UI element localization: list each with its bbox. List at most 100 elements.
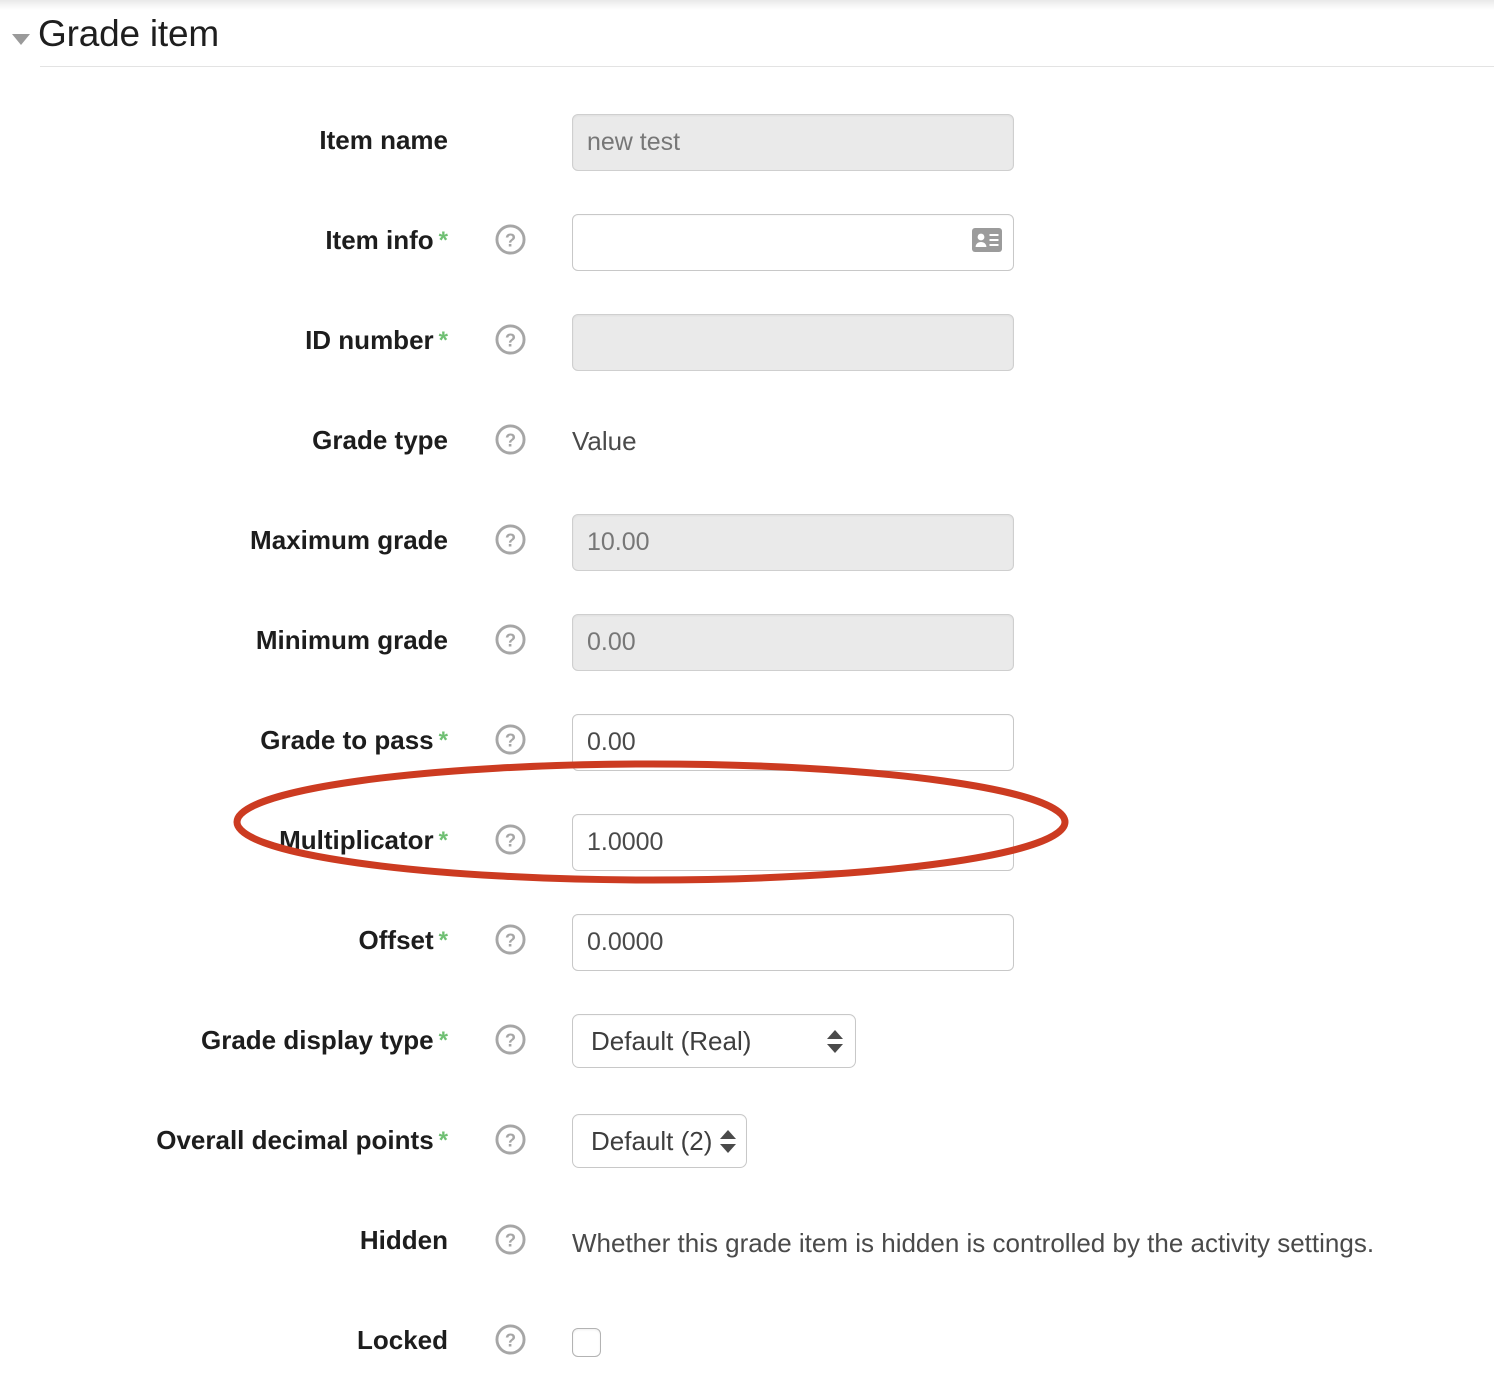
label-multiplicator: Multiplicator * — [0, 800, 448, 853]
row-grade-type: Grade type ? Value — [0, 400, 1494, 500]
row-multiplicator: Multiplicator * ? — [0, 800, 1494, 900]
label-text: Multiplicator — [279, 825, 434, 855]
control-overall-decimal-points: Default (2) — [572, 1100, 1494, 1168]
svg-text:?: ? — [504, 1029, 515, 1050]
svg-text:?: ? — [504, 529, 515, 550]
minimum-grade-input[interactable] — [572, 614, 1014, 671]
row-hidden: Hidden ? Whether this grade item is hidd… — [0, 1200, 1494, 1300]
row-item-name: Item name — [0, 100, 1494, 200]
control-locked — [572, 1300, 1494, 1357]
label-minimum-grade: Minimum grade — [0, 600, 448, 653]
label-item-name: Item name — [0, 100, 448, 153]
id-number-input[interactable] — [572, 314, 1014, 371]
required-asterisk: * — [438, 1127, 448, 1154]
help-cell-maximum-grade: ? — [448, 500, 572, 555]
label-maximum-grade: Maximum grade — [0, 500, 448, 553]
help-icon[interactable]: ? — [494, 224, 526, 255]
help-icon[interactable]: ? — [494, 824, 526, 855]
control-item-name — [572, 100, 1494, 171]
label-item-info: Item info * — [0, 200, 448, 253]
help-icon[interactable]: ? — [494, 524, 526, 555]
contact-card-icon[interactable] — [972, 228, 1002, 252]
svg-text:?: ? — [504, 329, 515, 350]
help-icon[interactable]: ? — [494, 1024, 526, 1055]
label-text: Grade type — [312, 425, 448, 455]
label-overall-decimal-points: Overall decimal points * — [0, 1100, 448, 1153]
select-updown-arrows-icon — [825, 1024, 845, 1058]
maximum-grade-input[interactable] — [572, 514, 1014, 571]
grade-item-form: Item name Item info* ? — [0, 100, 1494, 1400]
label-text: Minimum grade — [255, 625, 448, 655]
row-offset: Offset * ? — [0, 900, 1494, 1000]
help-cell-hidden: ? — [448, 1200, 572, 1255]
required-asterisk: * — [438, 827, 448, 854]
svg-text:?: ? — [504, 229, 515, 250]
grade-to-pass-input[interactable] — [572, 714, 1014, 771]
svg-text:?: ? — [504, 729, 515, 750]
grade-display-type-value: Default (Real) — [591, 1026, 752, 1056]
help-icon[interactable]: ? — [494, 624, 526, 655]
svg-text:?: ? — [504, 1129, 515, 1150]
help-icon[interactable]: ? — [494, 324, 526, 355]
page-title: Grade item — [38, 13, 220, 54]
label-locked: Locked — [0, 1300, 448, 1353]
help-cell-locked: ? — [448, 1300, 572, 1355]
grade-display-type-select[interactable]: Default (Real) — [572, 1014, 856, 1068]
required-asterisk: * — [438, 1027, 448, 1054]
svg-text:?: ? — [504, 1329, 515, 1350]
help-cell-multiplicator: ? — [448, 800, 572, 855]
help-cell-id-number: ? — [448, 300, 572, 355]
control-grade-display-type: Default (Real) — [572, 1000, 1494, 1068]
control-id-number — [572, 300, 1494, 371]
svg-text:?: ? — [504, 829, 515, 850]
label-grade-to-pass: Grade to pass * — [0, 700, 448, 753]
required-asterisk: * — [438, 327, 448, 354]
control-grade-to-pass — [572, 700, 1494, 771]
help-cell-minimum-grade: ? — [448, 600, 572, 655]
help-icon[interactable]: ? — [494, 1224, 526, 1255]
item-info-input[interactable] — [572, 214, 1014, 271]
required-asterisk: * — [438, 927, 448, 954]
required-asterisk: * — [438, 227, 448, 254]
label-text: Grade display type — [201, 1025, 434, 1055]
control-grade-type: Value — [572, 400, 1494, 454]
help-icon[interactable]: ? — [494, 424, 526, 455]
multiplicator-input[interactable] — [572, 814, 1014, 871]
help-cell-offset: ? — [448, 900, 572, 955]
row-grade-display-type: Grade display type * ? Default (Real) — [0, 1000, 1494, 1100]
help-icon[interactable]: ? — [494, 724, 526, 755]
help-cell-grade-to-pass: ? — [448, 700, 572, 755]
help-icon[interactable]: ? — [494, 1324, 526, 1355]
label-offset: Offset * — [0, 900, 448, 953]
label-text: Item info — [325, 225, 434, 255]
svg-text:?: ? — [504, 629, 515, 650]
help-icon[interactable]: ? — [494, 924, 526, 955]
control-maximum-grade — [572, 500, 1494, 571]
header-divider — [40, 66, 1494, 67]
help-cell-overall-decimal-points: ? — [448, 1100, 572, 1155]
label-text: Grade to pass — [260, 725, 434, 755]
row-item-info: Item info * ? — [0, 200, 1494, 300]
row-locked: Locked ? — [0, 1300, 1494, 1400]
offset-input[interactable] — [572, 914, 1014, 971]
item-name-input[interactable] — [572, 114, 1014, 171]
overall-decimal-points-value: Default (2) — [591, 1126, 713, 1156]
label-text: Offset — [358, 925, 434, 955]
control-hidden: Whether this grade item is hidden is con… — [572, 1200, 1494, 1259]
help-icon[interactable]: ? — [494, 1124, 526, 1155]
grade-item-section-header[interactable]: Grade item — [0, 8, 1494, 63]
label-id-number: ID number * — [0, 300, 448, 353]
help-cell-grade-type: ? — [448, 400, 572, 455]
label-text: Locked — [356, 1325, 448, 1355]
row-maximum-grade: Maximum grade ? — [0, 500, 1494, 600]
overall-decimal-points-select[interactable]: Default (2) — [572, 1114, 748, 1168]
required-asterisk: * — [438, 727, 448, 754]
caret-down-icon[interactable] — [8, 23, 34, 49]
control-offset — [572, 900, 1494, 971]
control-multiplicator — [572, 800, 1494, 871]
row-minimum-grade: Minimum grade ? — [0, 600, 1494, 700]
svg-text:?: ? — [504, 429, 515, 450]
control-item-info — [572, 200, 1494, 271]
help-cell-grade-display-type: ? — [448, 1000, 572, 1055]
locked-checkbox[interactable] — [572, 1328, 601, 1357]
